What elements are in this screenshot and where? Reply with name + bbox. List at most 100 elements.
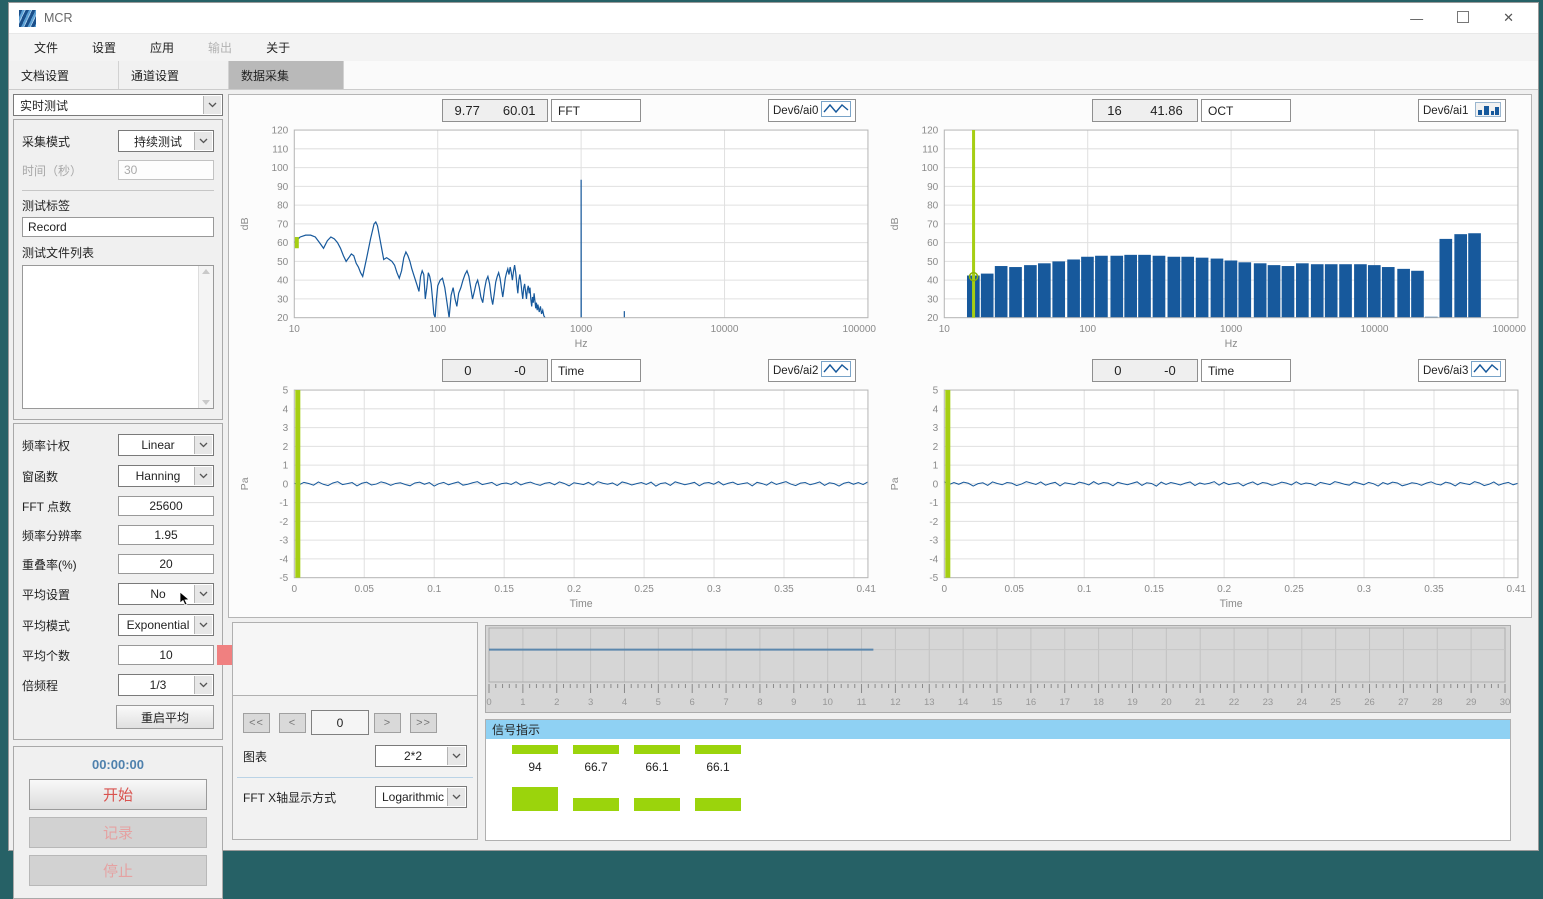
device-name: Dev6/ai2 — [773, 365, 818, 377]
device-name: Dev6/ai1 — [1423, 105, 1468, 117]
svg-text:3: 3 — [588, 697, 593, 708]
svg-text:2: 2 — [283, 442, 289, 453]
recording-timeline[interactable]: 0123456789101112131415161718192021222324… — [485, 625, 1511, 713]
tab-2[interactable]: 数据采集 — [229, 61, 344, 89]
run-control-group: 00:00:00 开始 记录 停止 — [13, 746, 223, 899]
param-select[interactable]: Linear — [118, 434, 214, 456]
restart-average-button[interactable]: 重启平均 — [116, 705, 214, 729]
svg-text:0.05: 0.05 — [1004, 584, 1024, 595]
chevron-down-icon[interactable] — [203, 96, 221, 114]
param-field[interactable]: 20 — [118, 554, 214, 574]
signal-meter-bar — [512, 787, 558, 811]
maximize-button[interactable] — [1457, 11, 1469, 26]
svg-text:10: 10 — [289, 324, 301, 335]
svg-text:30: 30 — [1500, 697, 1510, 708]
minimize-button[interactable]: — — [1410, 11, 1423, 26]
svg-text:dB: dB — [889, 217, 901, 230]
svg-text:0.15: 0.15 — [1144, 584, 1164, 595]
param-field[interactable]: 25600 — [118, 496, 214, 516]
tab-0[interactable]: 文档设置 — [9, 61, 119, 89]
first-record-button[interactable]: << — [243, 713, 270, 733]
file-list-label: 测试文件列表 — [22, 244, 214, 261]
timeline-chart[interactable]: 0123456789101112131415161718192021222324… — [486, 626, 1510, 712]
chevron-down-icon[interactable] — [194, 467, 212, 485]
chevron-down-icon[interactable] — [447, 747, 465, 765]
plot-time1[interactable]: 00.050.10.150.20.250.30.350.41-5-4-3-2-1… — [232, 384, 878, 614]
record-navigation: << < 0 > >> — [233, 696, 477, 739]
bar-icon — [1475, 102, 1501, 120]
svg-text:-1: -1 — [279, 498, 288, 509]
record-position-field[interactable]: 0 — [311, 710, 369, 735]
svg-text:4: 4 — [622, 697, 627, 708]
param-select[interactable]: Hanning — [118, 465, 214, 487]
param-select[interactable]: Exponential — [118, 614, 214, 636]
start-button[interactable]: 开始 — [29, 779, 207, 810]
svg-text:-4: -4 — [929, 554, 938, 565]
next-record-button[interactable]: > — [374, 713, 401, 733]
device-selector: Dev6/ai2 — [768, 359, 856, 382]
fft-xaxis-mode-select[interactable]: Logarithmic — [375, 786, 467, 808]
param-row-5: 平均设置No — [22, 583, 214, 605]
test-type-value: 实时测试 — [20, 97, 68, 114]
param-row-6: 平均模式Exponential — [22, 614, 214, 636]
menu-item-0[interactable]: 文件 — [17, 39, 75, 56]
test-type-select[interactable]: 实时测试 — [13, 94, 223, 116]
param-label: 频率计权 — [22, 437, 118, 454]
scroll-down-icon[interactable] — [202, 400, 210, 405]
chevron-down-icon[interactable] — [194, 676, 212, 694]
chart-time1: 0-0TimeDev6/ai200.050.10.150.20.250.30.3… — [232, 358, 878, 614]
svg-text:100: 100 — [922, 163, 939, 174]
chevron-down-icon[interactable] — [194, 585, 212, 603]
plot-fft[interactable]: 1010010001000010000020304050607080901001… — [232, 124, 878, 354]
last-record-button[interactable]: >> — [410, 713, 437, 733]
time-seconds-label: 时间（秒） — [22, 162, 118, 179]
svg-text:22: 22 — [1229, 697, 1240, 708]
menu-item-1[interactable]: 设置 — [75, 39, 133, 56]
signal-meter — [512, 785, 558, 811]
test-file-list[interactable] — [22, 265, 214, 409]
menu-item-2[interactable]: 应用 — [133, 39, 191, 56]
svg-text:10: 10 — [939, 324, 951, 335]
chart-layout-label: 图表 — [243, 748, 267, 765]
chevron-down-icon[interactable] — [194, 436, 212, 454]
chevron-down-icon[interactable] — [194, 132, 212, 150]
svg-text:23: 23 — [1263, 697, 1274, 708]
param-row-3: 频率分辨率1.95 — [22, 525, 214, 545]
signal-meter-bar — [634, 798, 680, 811]
test-tag-field[interactable]: Record — [22, 217, 214, 237]
signal-level-value: 66.7 — [584, 760, 607, 774]
mouse-cursor — [179, 591, 190, 609]
param-select[interactable]: No — [118, 583, 214, 605]
acquisition-mode-select[interactable]: 持续测试 — [118, 130, 214, 152]
acquisition-group: 采集模式 持续测试 时间（秒） 30 测试标签 Record — [13, 119, 223, 420]
plot-oct[interactable]: 1010010001000010000020304050607080901001… — [882, 124, 1528, 354]
param-value: 25600 — [149, 499, 182, 513]
menu-item-4[interactable]: 关于 — [249, 39, 307, 56]
svg-text:0.25: 0.25 — [1284, 584, 1304, 595]
svg-text:0.1: 0.1 — [427, 584, 441, 595]
param-field[interactable]: 1.95 — [118, 525, 214, 545]
svg-text:1: 1 — [283, 461, 289, 472]
close-button[interactable]: ✕ — [1503, 10, 1514, 26]
chevron-down-icon[interactable] — [447, 788, 465, 806]
param-value: Linear — [141, 438, 190, 452]
param-select[interactable]: 1/3 — [118, 674, 214, 696]
scrollbar[interactable] — [198, 266, 213, 408]
prev-record-button[interactable]: < — [279, 713, 306, 733]
plot-time2[interactable]: 00.050.10.150.20.250.30.350.41-5-4-3-2-1… — [882, 384, 1528, 614]
chart-header: 0-0TimeDev6/ai2 — [232, 358, 878, 384]
scroll-up-icon[interactable] — [202, 269, 210, 274]
signal-active-bar — [512, 745, 558, 754]
param-value: Hanning — [136, 469, 197, 483]
param-field[interactable]: 10 — [118, 645, 214, 665]
tab-1[interactable]: 通道设置 — [119, 61, 229, 89]
chevron-down-icon[interactable] — [194, 616, 212, 634]
svg-text:40: 40 — [927, 276, 939, 287]
chart-layout-select[interactable]: 2*2 — [375, 745, 467, 767]
svg-text:120: 120 — [272, 126, 289, 137]
svg-text:100: 100 — [429, 324, 446, 335]
svg-text:27: 27 — [1398, 697, 1409, 708]
svg-text:Pa: Pa — [239, 477, 251, 490]
svg-text:100000: 100000 — [843, 324, 877, 335]
svg-text:110: 110 — [272, 144, 288, 155]
